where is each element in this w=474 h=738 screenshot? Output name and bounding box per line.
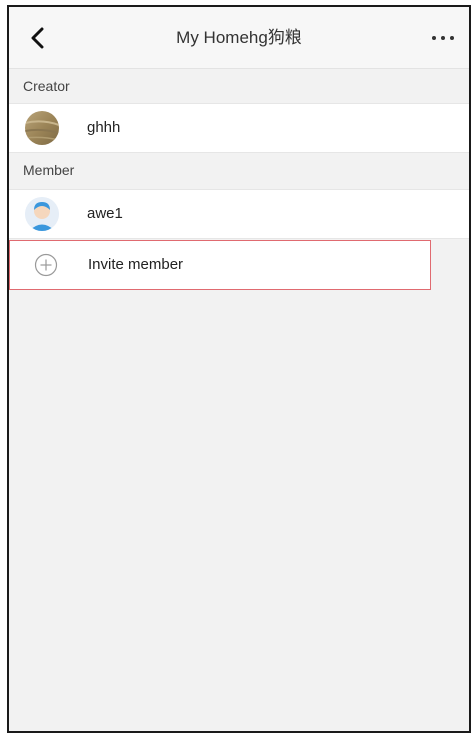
phone-screen: My Homehg狗粮 Creator ghhh Member awe1 Inv… <box>7 5 471 733</box>
nav-header: My Homehg狗粮 <box>9 7 469 69</box>
creator-row[interactable]: ghhh <box>9 103 469 153</box>
default-user-avatar-icon <box>25 197 59 231</box>
photo-avatar-icon <box>25 111 59 145</box>
member-section-label: Member <box>9 153 469 187</box>
chevron-left-icon <box>31 27 44 49</box>
creator-avatar <box>25 111 59 145</box>
more-button[interactable] <box>423 21 463 55</box>
invite-member-button[interactable]: Invite member <box>9 240 431 290</box>
member-row[interactable]: awe1 <box>9 189 469 239</box>
page-title: My Homehg狗粮 <box>176 28 302 47</box>
member-avatar <box>25 197 59 231</box>
plus-circle-icon <box>34 253 58 277</box>
creator-section-label: Creator <box>9 69 469 103</box>
member-name: awe1 <box>87 205 123 222</box>
back-button[interactable] <box>21 21 55 55</box>
more-horizontal-icon <box>432 36 454 40</box>
creator-name: ghhh <box>87 119 121 136</box>
invite-member-label: Invite member <box>88 256 184 273</box>
